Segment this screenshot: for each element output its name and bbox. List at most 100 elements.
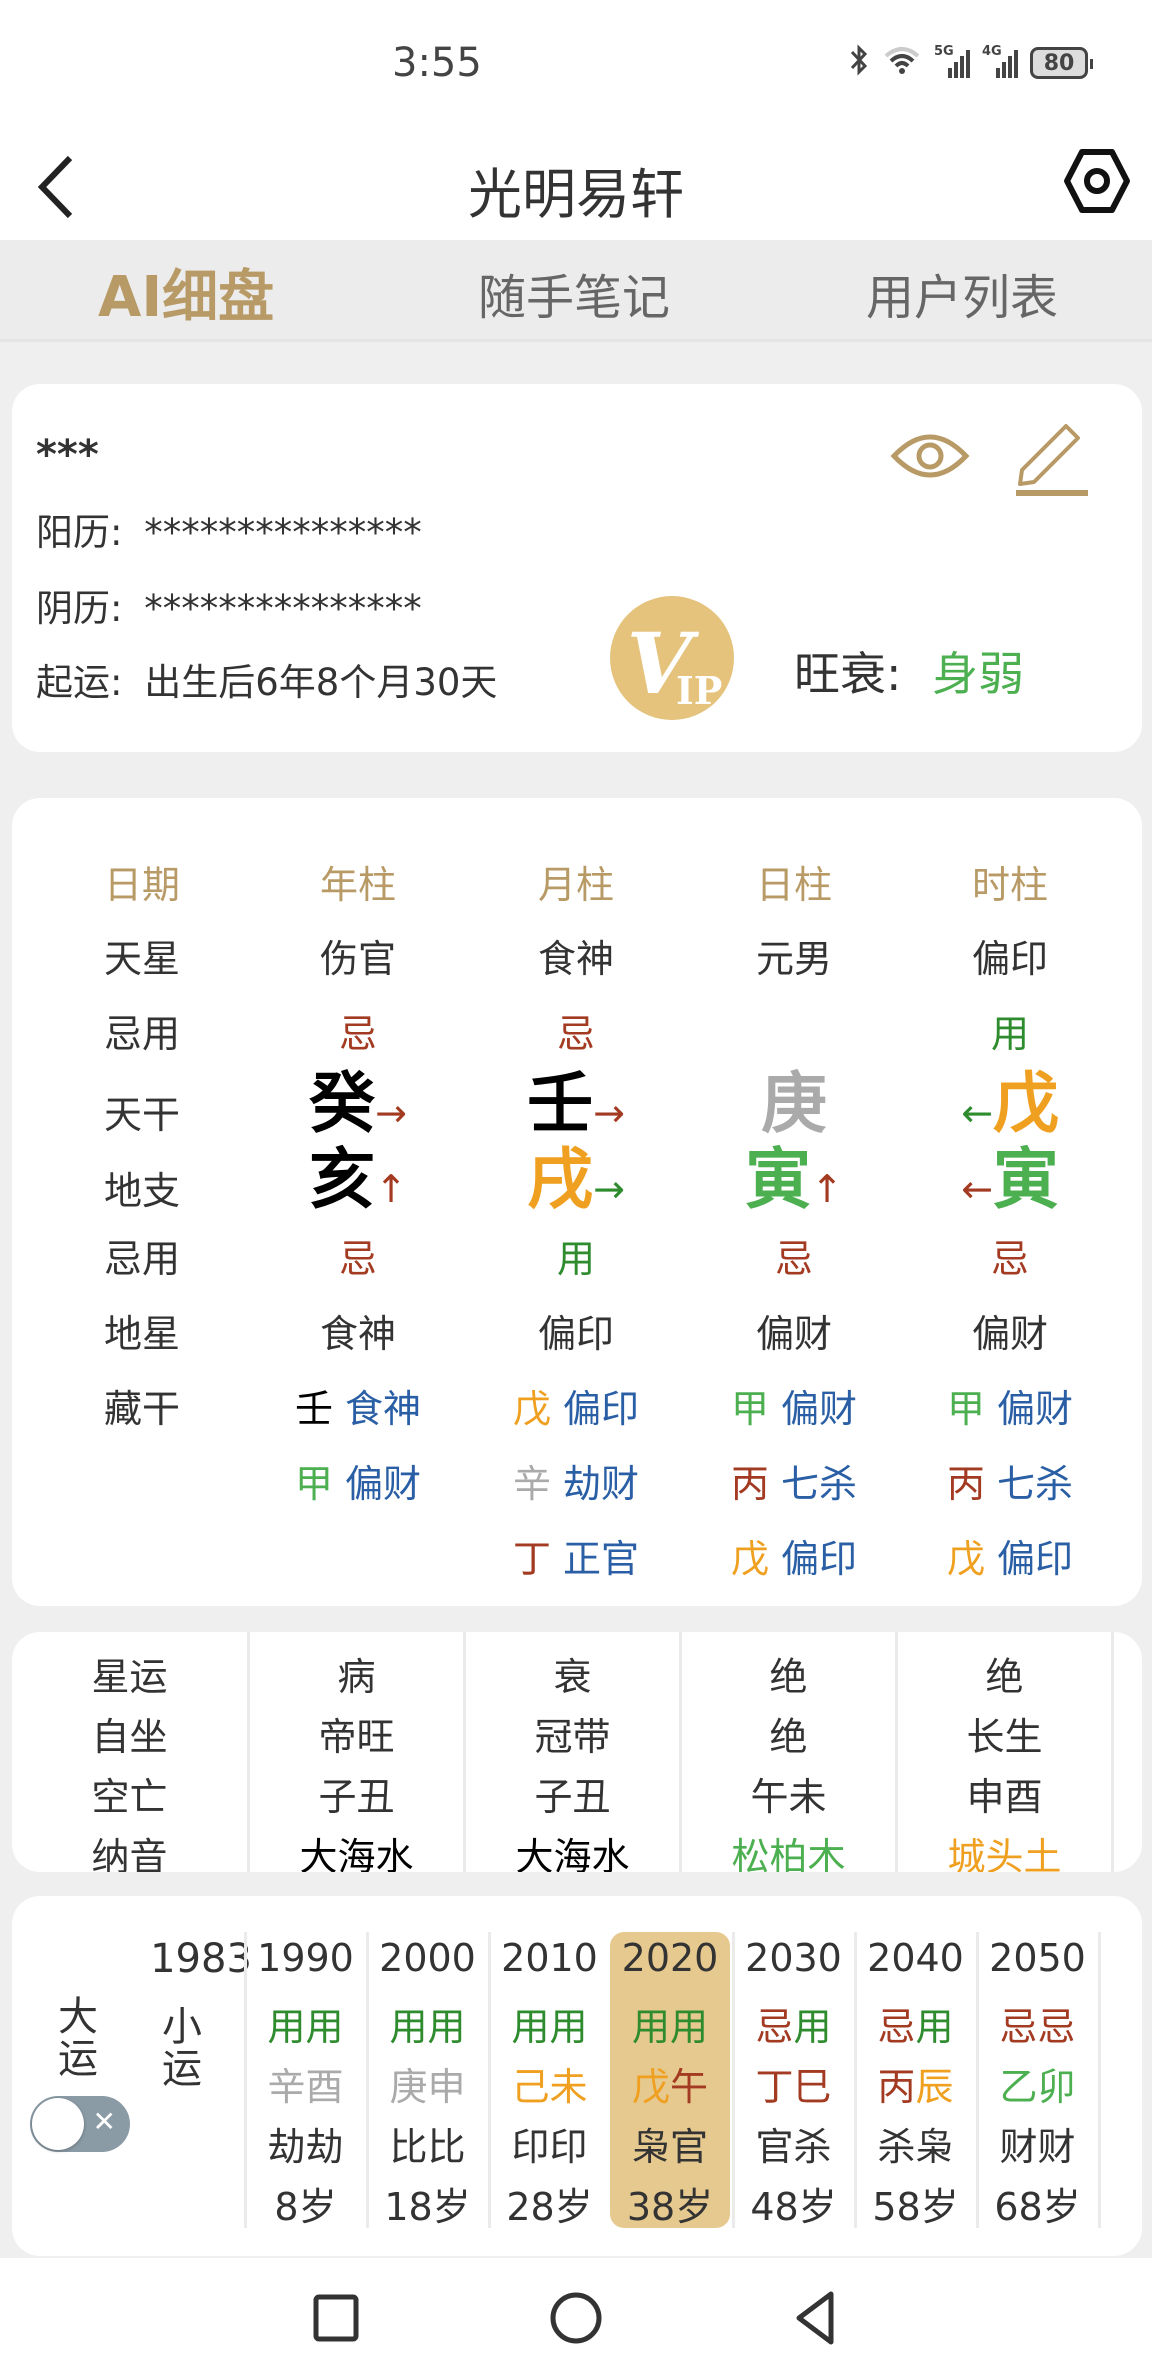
dayun-jiyong: 用用 bbox=[247, 1996, 364, 2051]
pillar-header: 年柱 bbox=[319, 863, 396, 907]
dayun-ganzhi: 己未 bbox=[491, 2056, 608, 2111]
toggle-knob bbox=[32, 2098, 84, 2150]
vip-badge-icon[interactable]: V IP bbox=[610, 596, 734, 720]
ganzhi-char: 巳 bbox=[793, 2065, 832, 2109]
status-time: 3:55 bbox=[392, 40, 482, 86]
dayun-age: 58岁 bbox=[872, 2185, 959, 2229]
star-label-column: 星运 自坐 空亡 纳音 bbox=[12, 1632, 250, 1872]
edit-button[interactable] bbox=[1012, 420, 1092, 500]
solar-date-row: 阳历: *************** bbox=[36, 502, 422, 556]
arrow-up-icon: ↑ bbox=[811, 1167, 843, 1211]
dizhi-cell: 亥↑ bbox=[258, 1140, 458, 1229]
settings-button[interactable] bbox=[1062, 146, 1132, 216]
jiyong-char: 用 bbox=[305, 2005, 344, 2049]
tianxing-value: 偏印 bbox=[971, 937, 1048, 981]
luck-start-value: 出生后6年8个月30天 bbox=[144, 661, 498, 704]
status-icons: 5G 4G 80 bbox=[848, 44, 1093, 82]
star-cell: 衰 bbox=[553, 1655, 592, 1699]
dayun-year: 1990 bbox=[257, 1936, 354, 1980]
dayun-column[interactable]: 2020 用用 戊午 枭官 38岁 bbox=[610, 1932, 730, 2229]
dayun-jiyong: 忌用 bbox=[735, 1996, 852, 2051]
lunar-date-value: *************** bbox=[144, 587, 422, 630]
ganzhi-char: 卯 bbox=[1037, 2065, 1076, 2109]
luck-start-label: 起运: bbox=[36, 661, 123, 704]
hidden-stem-item: 丙七杀 bbox=[910, 1453, 1110, 1508]
dayun-jiyong: 忌忌 bbox=[979, 1996, 1096, 2051]
hidden-stem: 甲 bbox=[946, 1387, 985, 1431]
tab-notes[interactable]: 随手笔记 bbox=[478, 258, 670, 328]
pillar-header: 日期 bbox=[103, 863, 180, 907]
home-button[interactable] bbox=[546, 2288, 606, 2348]
dayun-column[interactable]: 2010 用用 己未 印印 28岁 bbox=[488, 1932, 608, 2229]
jiyong-bottom-value: 忌 bbox=[338, 1237, 377, 1281]
star-cell: 城头土 bbox=[947, 1835, 1062, 1872]
jiyong-char: 用 bbox=[389, 2005, 428, 2049]
dayun-column[interactable]: 2030 忌用 丁巳 官杀 48岁 bbox=[732, 1932, 852, 2229]
dayun-gods: 财财 bbox=[999, 2125, 1076, 2169]
signal-5g-icon: 5G bbox=[934, 44, 970, 78]
tianxing-value: 元男 bbox=[755, 937, 832, 981]
dayun-column[interactable]: 2050 忌忌 乙卯 财财 68岁 bbox=[976, 1932, 1096, 2229]
ganzhi-char: 己 bbox=[511, 2065, 550, 2109]
dayun-gods: 枭官 bbox=[631, 2125, 708, 2169]
dayun-ganzhi: 辛酉 bbox=[247, 2056, 364, 2111]
star-cell: 大海水 bbox=[299, 1835, 414, 1872]
dayun-column[interactable]: 1990 用用 辛酉 劫劫 8岁 bbox=[244, 1932, 364, 2229]
star-cell: 冠带 bbox=[534, 1715, 611, 1759]
dayun-jiyong: 用用 bbox=[610, 1996, 730, 2051]
dixing-value: 偏财 bbox=[755, 1312, 832, 1356]
dayun-year: 2040 bbox=[867, 1936, 964, 1980]
dayun-jiyong: 用用 bbox=[491, 1996, 608, 2051]
dayun-ganzhi: 丁巳 bbox=[735, 2056, 852, 2111]
dayun-year: 2030 bbox=[745, 1936, 842, 1980]
jiyong-char: 忌 bbox=[877, 2005, 916, 2049]
pillar-header: 时柱 bbox=[971, 863, 1048, 907]
hidden-stem-god: 偏印 bbox=[563, 1387, 640, 1431]
hidden-stem-item: 戊偏印 bbox=[476, 1378, 676, 1433]
page-title: 光明易轩 bbox=[468, 163, 684, 226]
hidden-stem-item: 辛劫财 bbox=[476, 1453, 676, 1508]
star-cell: 绝 bbox=[769, 1655, 808, 1699]
bluetooth-icon bbox=[848, 44, 870, 82]
toggle-visibility-button[interactable] bbox=[890, 426, 970, 486]
dayun-column[interactable]: 2000 用用 庚申 比比 18岁 bbox=[366, 1932, 486, 2229]
tab-user-list[interactable]: 用户列表 bbox=[866, 258, 1058, 328]
star-cell: 子丑 bbox=[534, 1775, 611, 1819]
star-cell: 病 bbox=[337, 1655, 376, 1699]
tab-bar: AI细盘 随手笔记 用户列表 bbox=[0, 240, 1152, 342]
hidden-stem-item: 戊偏印 bbox=[694, 1528, 894, 1583]
hidden-stem: 丙 bbox=[946, 1462, 985, 1506]
strength-value: 身弱 bbox=[932, 647, 1025, 701]
dixing-value: 偏财 bbox=[971, 1312, 1048, 1356]
tab-ai-chart[interactable]: AI细盘 bbox=[98, 252, 274, 333]
star-row-label: 自坐 bbox=[91, 1715, 168, 1759]
luck-column-divider bbox=[1098, 1932, 1101, 2228]
status-bar: 3:55 5G 4G 80 bbox=[0, 0, 1152, 130]
tiangan-char: 壬 bbox=[527, 1065, 594, 1142]
dizhi-label: 地支 bbox=[103, 1169, 180, 1213]
tiangan-char: 庚 bbox=[761, 1065, 827, 1142]
dizhi-cell: 寅↑ bbox=[694, 1140, 894, 1229]
star-column: 绝长生 申酉 城头土 bbox=[898, 1632, 1114, 1872]
dayun-column[interactable]: 2040 忌用 丙辰 杀枭 58岁 bbox=[854, 1932, 974, 2229]
star-row-label: 空亡 bbox=[91, 1775, 168, 1819]
close-icon: ✕ bbox=[92, 2105, 116, 2138]
star-column: 绝绝午未 松柏木 bbox=[682, 1632, 898, 1872]
star-column: 病帝旺 子丑 大海水 bbox=[250, 1632, 466, 1872]
square-icon bbox=[313, 2294, 359, 2342]
dayun-age: 18岁 bbox=[384, 2185, 471, 2229]
recents-button[interactable] bbox=[306, 2288, 366, 2348]
arrow-right-icon: → bbox=[593, 1091, 625, 1135]
arrow-up-icon: ↑ bbox=[375, 1167, 407, 1211]
ganzhi-char: 戊 bbox=[631, 2065, 670, 2109]
back-nav-button[interactable] bbox=[786, 2288, 846, 2348]
dayun-ganzhi: 庚申 bbox=[369, 2056, 486, 2111]
ganzhi-char: 辰 bbox=[915, 2065, 954, 2109]
dayun-year: 2000 bbox=[379, 1936, 476, 1980]
dizhi-char: 亥 bbox=[309, 1141, 376, 1218]
settings-hexagon-icon bbox=[1064, 149, 1130, 213]
hidden-stem-god: 偏财 bbox=[781, 1387, 858, 1431]
dayun-toggle[interactable]: ✕ bbox=[30, 2096, 130, 2152]
jiyong-char: 用 bbox=[511, 2005, 550, 2049]
hidden-stem: 甲 bbox=[294, 1462, 333, 1506]
